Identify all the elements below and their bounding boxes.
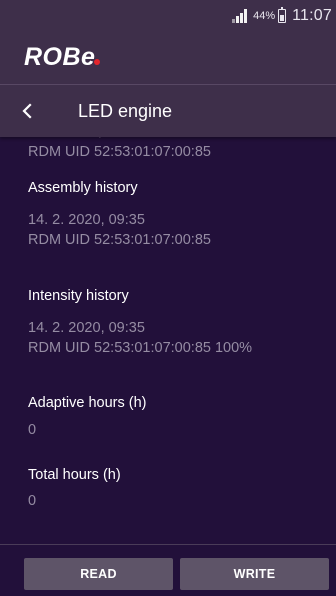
battery-percent: 44% — [253, 9, 276, 22]
robe-logo: ROBe — [24, 43, 101, 72]
brand-bar: ROBe — [0, 31, 336, 84]
status-bar: 44% 11:07 — [0, 0, 336, 31]
action-bar: READ WRITE — [0, 544, 336, 596]
adaptive-hours-value: 0 — [28, 422, 37, 438]
scroll-content[interactable]: 14. 2. 2020, 09:35 RDM UID 52:53:01:07:0… — [0, 137, 336, 544]
intensity-history-label: Intensity history — [28, 288, 129, 304]
write-button[interactable]: WRITE — [180, 558, 329, 590]
app-screen: 44% 11:07 ROBe LED engine 14. 2. 2020, 0… — [0, 0, 336, 596]
history-uid: RDM UID 52:53:01:07:00:85 — [28, 144, 211, 160]
intensity-history-date: 14. 2. 2020, 09:35 — [28, 320, 145, 336]
back-arrow-icon[interactable] — [22, 85, 62, 137]
assembly-history-date: 14. 2. 2020, 09:35 — [28, 212, 145, 228]
logo-text: ROBe — [24, 43, 96, 71]
signal-icon — [232, 8, 248, 23]
intensity-history-uid: RDM UID 52:53:01:07:00:85 100% — [28, 340, 253, 356]
total-hours-value: 0 — [28, 493, 37, 509]
logo-dot-icon — [94, 59, 101, 65]
assembly-history-label: Assembly history — [28, 180, 138, 196]
adaptive-hours-label: Adaptive hours (h) — [28, 395, 147, 411]
page-title: LED engine — [78, 100, 173, 121]
read-button[interactable]: READ — [24, 558, 173, 590]
status-time: 11:07 — [292, 6, 332, 24]
total-hours-label: Total hours (h) — [28, 467, 121, 483]
battery-icon — [278, 6, 287, 23]
page-header: LED engine — [0, 85, 336, 137]
assembly-history-uid: RDM UID 52:53:01:07:00:85 — [28, 232, 211, 248]
